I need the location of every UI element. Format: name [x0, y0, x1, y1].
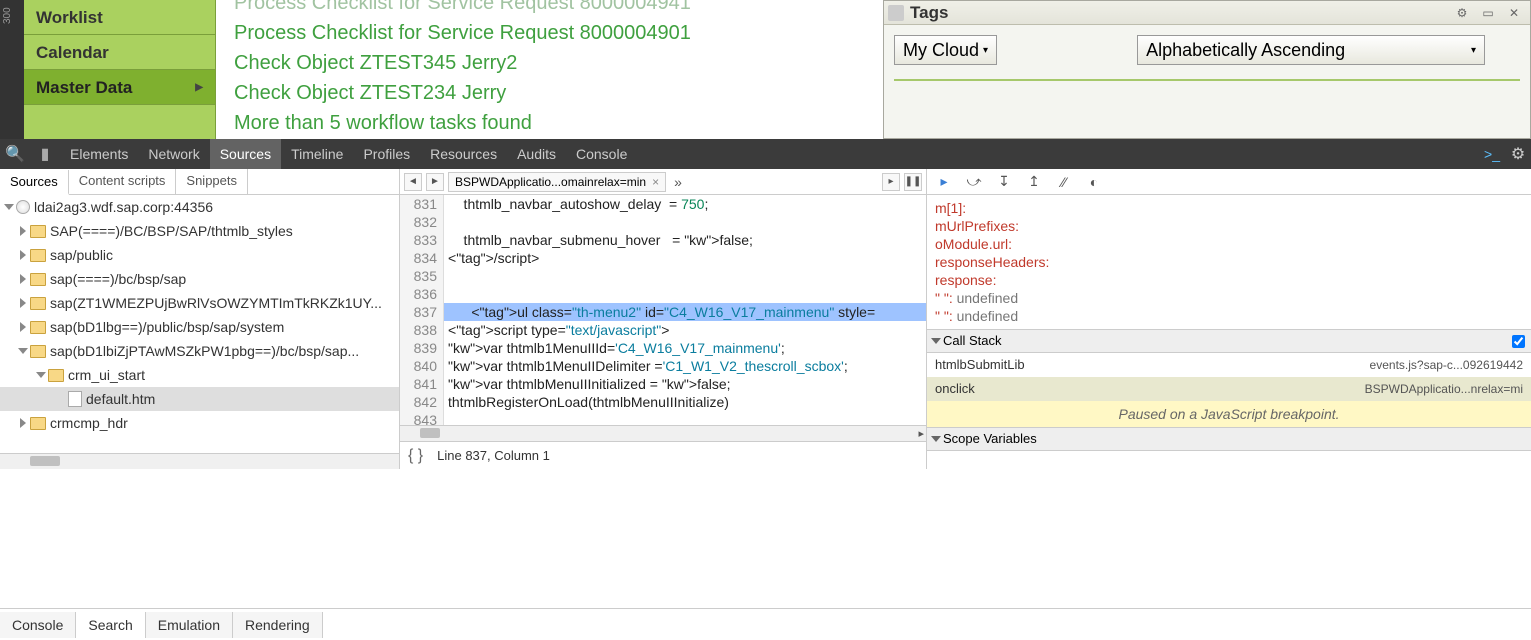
section-label: Scope Variables [943, 427, 1037, 451]
nav-calendar[interactable]: Calendar [24, 35, 215, 70]
play-icon[interactable]: ▸ [882, 173, 900, 191]
debugger-toolbar: ▸ ⤻ ↧ ↥ ⁄⁄ ◐ [927, 169, 1531, 195]
resume-icon[interactable]: ▸ [935, 173, 953, 191]
chevron-down-icon [931, 436, 941, 442]
async-checkbox[interactable] [1512, 335, 1525, 348]
tree-folder[interactable]: SAP(====)/BC/BSP/SAP/thtmlb_styles [0, 219, 399, 243]
more-tabs-icon[interactable]: » [670, 174, 686, 190]
history-back-icon[interactable]: ◄ [404, 173, 422, 191]
drawer-toggle-icon[interactable]: >_ [1479, 146, 1505, 162]
drawer-tab-console[interactable]: Console [0, 612, 76, 638]
tags-panel-header: Tags ⚙ ▭ ✕ [884, 1, 1530, 25]
close-icon[interactable]: ✕ [1502, 4, 1526, 22]
tree-folder[interactable]: sap(bD1lbg==)/public/bsp/sap/system [0, 315, 399, 339]
tree-folder[interactable]: sap/public [0, 243, 399, 267]
tab-sources[interactable]: Sources [210, 139, 281, 169]
close-tab-icon[interactable]: × [652, 175, 659, 189]
sources-navigator: Sources Content scripts Snippets ldai2ag… [0, 169, 400, 469]
horizontal-scrollbar[interactable] [0, 453, 399, 469]
tree-folder[interactable]: crm_ui_start [0, 363, 399, 387]
drawer-tab-emulation[interactable]: Emulation [146, 612, 233, 638]
scope-variables-header[interactable]: Scope Variables [927, 427, 1531, 451]
horizontal-scrollbar[interactable]: ▸ [400, 425, 926, 441]
left-navigation: Worklist Calendar Master Data ▶ [24, 0, 216, 139]
ruler [0, 0, 24, 139]
cursor-position: Line 837, Column 1 [437, 448, 550, 463]
callstack-header[interactable]: Call Stack [927, 329, 1531, 353]
tree-folder[interactable]: sap(====)/bc/bsp/sap [0, 267, 399, 291]
search-icon[interactable]: 🔍 [0, 144, 30, 164]
dropdown-label: Alphabetically Ascending [1146, 40, 1345, 61]
tags-sort-dropdown[interactable]: Alphabetically Ascending ▾ [1137, 35, 1485, 65]
tab-profiles[interactable]: Profiles [353, 139, 420, 169]
tab-resources[interactable]: Resources [420, 139, 507, 169]
code-editor[interactable]: 831832833834835836837838839840841842843 … [400, 195, 926, 425]
tag-icon [888, 5, 904, 21]
tree-folder[interactable]: sap(bD1lbiZjPTAwMSZkPW1pbg==)/bc/bsp/sap… [0, 339, 399, 363]
step-into-icon[interactable]: ↧ [995, 173, 1013, 191]
file-tab-label: BSPWDApplicatio...omainrelax=min [455, 175, 646, 189]
tab-audits[interactable]: Audits [507, 139, 566, 169]
tags-panel: Tags ⚙ ▭ ✕ My Cloud ▾ Alphabetically Asce… [883, 0, 1531, 139]
drawer-tab-search[interactable]: Search [76, 612, 145, 638]
paused-message: Paused on a JavaScript breakpoint. [927, 401, 1531, 427]
code-lines: thtmlb_navbar_autoshow_delay = 750; thtm… [444, 195, 926, 425]
tab-network[interactable]: Network [138, 139, 209, 169]
tree-file[interactable]: default.htm [0, 387, 399, 411]
history-fwd-icon[interactable]: ► [426, 173, 444, 191]
editor-tabbar: ◄ ► BSPWDApplicatio...omainrelax=min× » … [400, 169, 926, 195]
devtools-panel: 🔍 ▮ Elements Network Sources Timeline Pr… [0, 139, 1531, 502]
section-label: Call Stack [943, 329, 1002, 353]
drawer-tab-rendering[interactable]: Rendering [233, 612, 323, 638]
tab-console[interactable]: Console [566, 139, 637, 169]
nav-worklist[interactable]: Worklist [24, 0, 215, 35]
step-out-icon[interactable]: ↥ [1025, 173, 1043, 191]
debugger-pane: ▸ ⤻ ↧ ↥ ⁄⁄ ◐ m[1]: mUrlPrefixes: oModule… [927, 169, 1531, 469]
braces-icon[interactable]: { } [408, 447, 423, 465]
devtools-drawer-tabs: Console Search Emulation Rendering [0, 608, 1531, 640]
nav-label: Worklist [36, 0, 103, 35]
callstack-frame[interactable]: onclickBSPWDApplicatio...nrelax=mi [927, 377, 1531, 401]
gear-icon[interactable]: ⚙ [1505, 144, 1531, 164]
tags-filter-dropdown[interactable]: My Cloud ▾ [894, 35, 997, 65]
tab-timeline[interactable]: Timeline [281, 139, 353, 169]
open-file-tab[interactable]: BSPWDApplicatio...omainrelax=min × [448, 172, 666, 192]
editor-status-bar: { } Line 837, Column 1 [400, 441, 926, 469]
caret-down-icon: ▾ [983, 45, 988, 56]
subtab-content-scripts[interactable]: Content scripts [69, 169, 177, 194]
devtools-toolbar: 🔍 ▮ Elements Network Sources Timeline Pr… [0, 139, 1531, 169]
pause-icon[interactable]: ❚❚ [904, 173, 922, 191]
callstack-list: htmlbSubmitLibevents.js?sap-c...09261944… [927, 353, 1531, 401]
line-gutter: 831832833834835836837838839840841842843 [400, 195, 444, 425]
nav-master-data[interactable]: Master Data ▶ [24, 70, 215, 105]
code-editor-pane: ◄ ► BSPWDApplicatio...omainrelax=min× » … [400, 169, 927, 469]
chevron-right-icon: ▶ [195, 70, 203, 105]
caret-down-icon: ▾ [1471, 45, 1476, 56]
step-over-icon[interactable]: ⤻ [965, 173, 983, 191]
file-tree[interactable]: ldai2ag3.wdf.sap.corp:44356SAP(====)/BC/… [0, 195, 399, 453]
subtab-snippets[interactable]: Snippets [176, 169, 248, 194]
device-icon[interactable]: ▮ [30, 144, 60, 164]
nav-label: Calendar [36, 35, 109, 70]
tree-host[interactable]: ldai2ag3.wdf.sap.corp:44356 [0, 195, 399, 219]
divider [894, 79, 1520, 81]
dropdown-label: My Cloud [903, 40, 979, 61]
callstack-frame[interactable]: htmlbSubmitLibevents.js?sap-c...09261944… [927, 353, 1531, 377]
chevron-down-icon [931, 338, 941, 344]
tab-elements[interactable]: Elements [60, 139, 138, 169]
minimize-icon[interactable]: ▭ [1476, 4, 1500, 22]
settings-icon[interactable]: ⚙ [1450, 4, 1474, 22]
sources-subtabs: Sources Content scripts Snippets [0, 169, 399, 195]
tree-folder[interactable]: sap(ZT1WMEZPUjBwRlVsOWZYMTImTkRKZk1UY... [0, 291, 399, 315]
tags-title: Tags [910, 3, 1448, 23]
nav-label: Master Data [36, 70, 132, 105]
deactivate-breakpoints-icon[interactable]: ⁄⁄ [1055, 173, 1073, 191]
pause-on-exceptions-icon[interactable]: ◐ [1085, 173, 1103, 191]
subtab-sources[interactable]: Sources [0, 170, 69, 195]
watch-values: m[1]: mUrlPrefixes: oModule.url: respons… [927, 195, 1531, 329]
tree-folder[interactable]: crmcmp_hdr [0, 411, 399, 435]
